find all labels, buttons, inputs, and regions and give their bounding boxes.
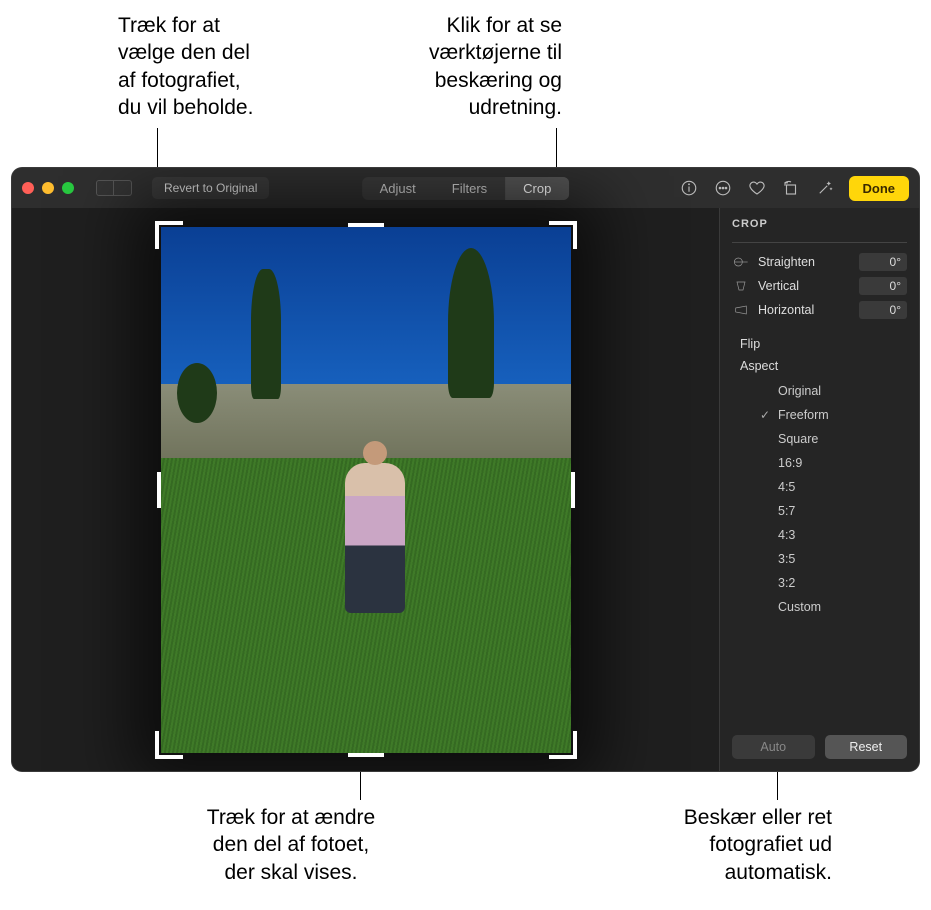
crop-handle-top-right[interactable] <box>549 221 577 249</box>
reset-crop-button[interactable]: Reset <box>825 735 908 759</box>
window-titlebar: Revert to Original Adjust Filters Crop D… <box>12 168 919 208</box>
crop-handle-left[interactable] <box>157 472 161 508</box>
aspect-option[interactable]: 4:5 <box>758 475 907 499</box>
auto-crop-button[interactable]: Auto <box>732 735 815 759</box>
more-icon[interactable] <box>713 178 733 198</box>
crop-handle-right[interactable] <box>571 472 575 508</box>
window-controls <box>22 182 74 194</box>
sidebar-footer: Auto Reset <box>732 735 907 759</box>
minimize-window-button[interactable] <box>42 182 54 194</box>
aspect-option[interactable]: Original <box>758 379 907 403</box>
close-window-button[interactable] <box>22 182 34 194</box>
toolbar-right-group: Done <box>679 176 910 201</box>
aspect-option-list: OriginalFreeformSquare16:94:55:74:33:53:… <box>758 379 907 619</box>
aspect-option[interactable]: 3:2 <box>758 571 907 595</box>
crop-frame[interactable] <box>161 227 571 753</box>
photo-canvas <box>12 208 719 771</box>
tab-filters[interactable]: Filters <box>434 177 505 200</box>
vertical-value[interactable]: 0° <box>859 277 907 295</box>
crop-handle-top-left[interactable] <box>155 221 183 249</box>
sidebar-title: CROP <box>732 218 907 230</box>
horizontal-value[interactable]: 0° <box>859 301 907 319</box>
straighten-row[interactable]: Straighten 0° <box>732 253 907 271</box>
info-icon[interactable] <box>679 178 699 198</box>
rotate-icon[interactable] <box>781 178 801 198</box>
aspect-label: Aspect <box>740 359 778 373</box>
photos-edit-window: Revert to Original Adjust Filters Crop D… <box>12 168 919 771</box>
aspect-button[interactable]: Aspect <box>732 355 907 377</box>
view-toggle[interactable] <box>96 180 132 196</box>
crop-handle-top[interactable] <box>348 223 384 227</box>
vertical-label: Vertical <box>758 279 851 293</box>
done-button[interactable]: Done <box>849 176 910 201</box>
aspect-option[interactable]: 3:5 <box>758 547 907 571</box>
crop-handle-bottom-left[interactable] <box>155 731 183 759</box>
callout-auto-button: Beskær eller ret fotografiet ud automati… <box>632 804 832 886</box>
aspect-option[interactable]: Custom <box>758 595 907 619</box>
divider <box>732 242 907 243</box>
vertical-row[interactable]: Vertical 0° <box>732 277 907 295</box>
callout-crop-drag-edge: Træk for at ændre den del af fotoet, der… <box>186 804 396 886</box>
aspect-option[interactable]: Square <box>758 427 907 451</box>
aspect-option[interactable]: 16:9 <box>758 451 907 475</box>
straighten-label: Straighten <box>758 255 851 269</box>
flip-label: Flip <box>740 337 760 351</box>
flip-button[interactable]: Flip <box>732 333 907 355</box>
callout-crop-tab: Klik for at se værktøjerne til beskæring… <box>372 12 562 121</box>
aspect-option[interactable]: 4:3 <box>758 523 907 547</box>
edit-mode-tabs: Adjust Filters Crop <box>362 177 570 200</box>
crop-handle-bottom-right[interactable] <box>549 731 577 759</box>
zoom-window-button[interactable] <box>62 182 74 194</box>
revert-to-original-button[interactable]: Revert to Original <box>152 177 269 199</box>
horizontal-label: Horizontal <box>758 303 851 317</box>
tab-adjust[interactable]: Adjust <box>362 177 434 200</box>
auto-enhance-icon[interactable] <box>815 178 835 198</box>
crop-sidebar: CROP Straighten 0° Vertical 0° <box>719 208 919 771</box>
photo-subject <box>345 463 405 613</box>
aspect-option[interactable]: 5:7 <box>758 499 907 523</box>
aspect-option[interactable]: Freeform <box>758 403 907 427</box>
straighten-icon <box>732 255 750 269</box>
crop-handle-bottom[interactable] <box>348 753 384 757</box>
tab-crop[interactable]: Crop <box>505 177 569 200</box>
callout-crop-drag-corner: Træk for at vælge den del af fotografiet… <box>118 12 298 121</box>
vertical-perspective-icon <box>732 279 750 293</box>
straighten-value[interactable]: 0° <box>859 253 907 271</box>
horizontal-row[interactable]: Horizontal 0° <box>732 301 907 319</box>
horizontal-perspective-icon <box>732 303 750 317</box>
favorite-icon[interactable] <box>747 178 767 198</box>
editor-body: CROP Straighten 0° Vertical 0° <box>12 208 919 771</box>
